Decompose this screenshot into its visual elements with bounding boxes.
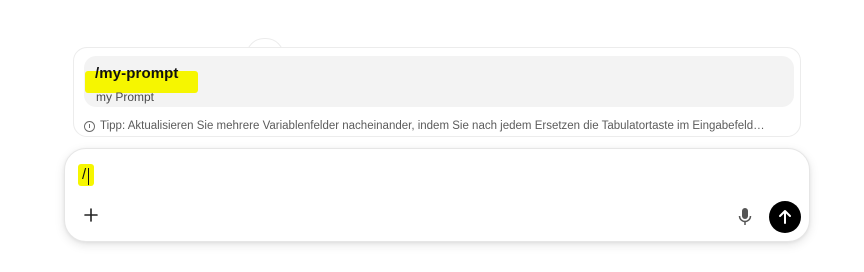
add-attachment-button[interactable] [82, 207, 100, 225]
suggestion-subtitle: my Prompt [96, 90, 155, 104]
message-input-value: / [82, 166, 87, 183]
voice-input-button[interactable] [737, 207, 755, 227]
message-input[interactable]: / [78, 164, 94, 186]
suggestion-title: /my-prompt [95, 65, 179, 82]
arrow-up-icon [779, 210, 791, 224]
text-caret [88, 168, 89, 185]
send-button[interactable] [769, 201, 801, 233]
microphone-icon [738, 208, 752, 225]
suggestion-title-wrapper: /my-prompt [85, 65, 198, 93]
input-highlight [78, 164, 94, 186]
tip-text: Tipp: Aktualisieren Sie mehrere Variable… [100, 120, 765, 132]
tip-row: Tipp: Aktualisieren Sie mehrere Variable… [84, 120, 765, 132]
message-composer: / [64, 148, 810, 242]
prompt-suggestions-panel: /my-prompt my Prompt Tipp: Aktualisieren… [73, 47, 801, 137]
info-icon [84, 120, 95, 132]
plus-icon [84, 208, 98, 222]
suggestion-item-my-prompt[interactable]: /my-prompt my Prompt [84, 56, 794, 107]
